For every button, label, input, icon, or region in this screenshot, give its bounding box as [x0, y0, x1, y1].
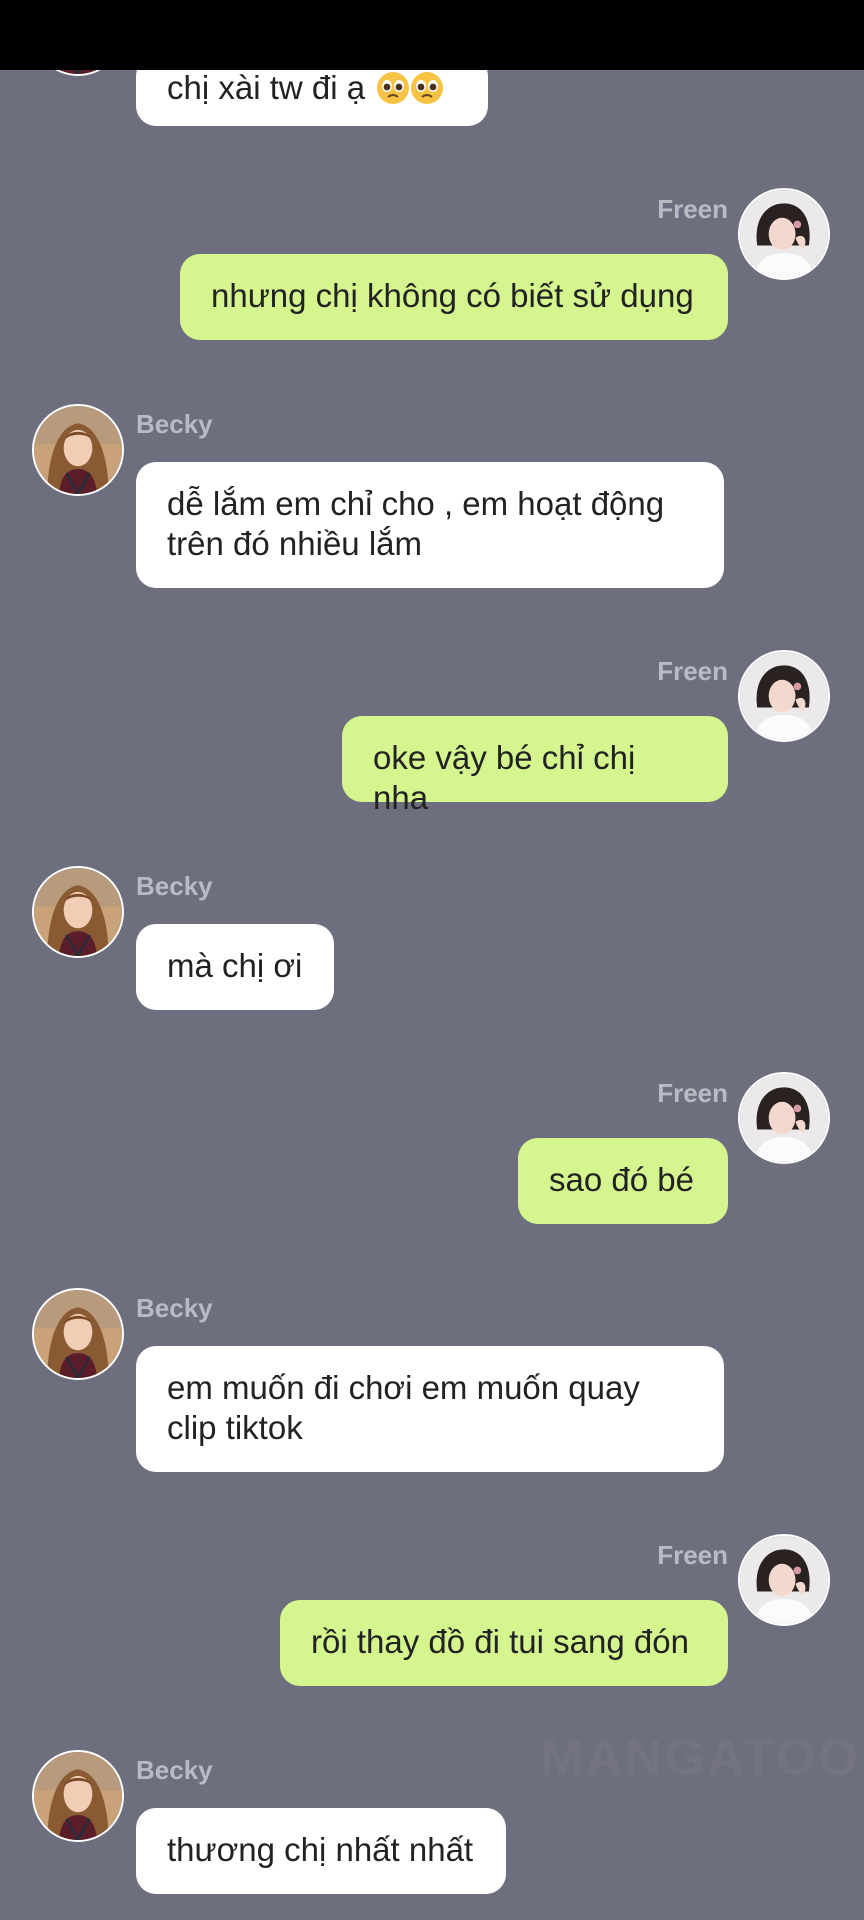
message-bubble-incoming[interactable]: dễ lắm em chỉ cho , em hoạt động trên đó…	[136, 462, 724, 588]
message-bubble-incoming[interactable]: em muốn đi chơi em muốn quay clip tiktok	[136, 1346, 724, 1472]
sender-name: Freen	[657, 194, 728, 224]
message-bubble-incoming[interactable]: thương chị nhất nhất	[136, 1808, 506, 1894]
pleading-face-emoji	[410, 71, 444, 105]
message-text: nhưng chị không có biết sử dụng	[211, 277, 694, 314]
message-bubble-outgoing[interactable]: sao đó bé	[518, 1138, 728, 1224]
message-bubble-incoming[interactable]: mà chị ơi	[136, 924, 334, 1010]
message-text: chị xài tw đi ạ	[167, 69, 366, 106]
avatar-freen[interactable]	[738, 188, 830, 280]
avatar-becky[interactable]	[32, 404, 124, 496]
sender-name: Freen	[657, 1540, 728, 1570]
sender-name: Freen	[657, 656, 728, 686]
message-text: thương chị nhất nhất	[167, 1831, 474, 1868]
avatar-freen[interactable]	[738, 1534, 830, 1626]
avatar-freen[interactable]	[738, 1072, 830, 1164]
message-text-line: trên đó nhiều lắm	[167, 525, 422, 562]
message-bubble-outgoing[interactable]: nhưng chị không có biết sử dụng	[180, 254, 728, 340]
sender-name: Freen	[657, 1078, 728, 1108]
sender-name: Becky	[136, 1293, 213, 1323]
sender-name: Becky	[136, 409, 213, 439]
message-text-line: em muốn đi chơi em muốn quay	[167, 1369, 640, 1406]
message-text: oke vậy bé chỉ chị nha	[373, 739, 636, 816]
message-text-line: dễ lắm em chỉ cho , em hoạt động	[167, 485, 665, 522]
message-text-line: clip tiktok	[167, 1409, 303, 1446]
avatar-freen[interactable]	[738, 650, 830, 742]
message-text: mà chị ơi	[167, 947, 303, 984]
message-bubble-outgoing[interactable]: rồi thay đồ đi tui sang đón	[280, 1600, 728, 1686]
sender-name: Becky	[136, 1755, 213, 1785]
message-text: sao đó bé	[549, 1161, 694, 1198]
avatar-becky[interactable]	[32, 866, 124, 958]
status-bar	[0, 0, 864, 70]
sender-name: Becky	[136, 871, 213, 901]
pleading-face-emoji	[376, 71, 410, 105]
avatar-becky[interactable]	[32, 1288, 124, 1380]
message-bubble-outgoing[interactable]: oke vậy bé chỉ chị nha	[342, 716, 728, 816]
message-text: rồi thay đồ đi tui sang đón	[311, 1623, 689, 1660]
watermark: MANGATOON	[540, 1729, 864, 1787]
avatar-becky[interactable]	[32, 1750, 124, 1842]
